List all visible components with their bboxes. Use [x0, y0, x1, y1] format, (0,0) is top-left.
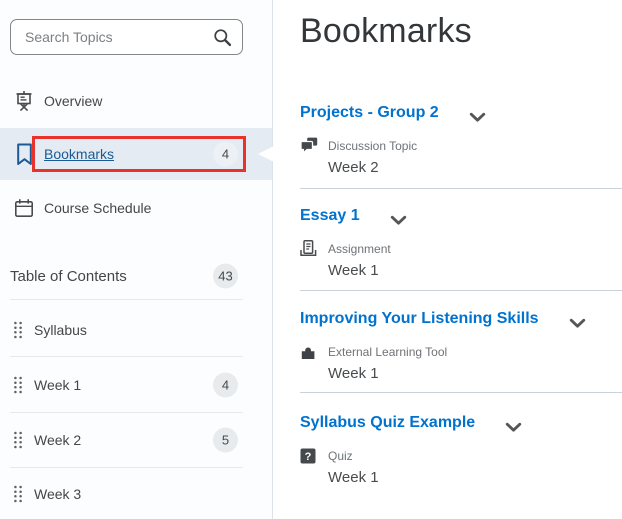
chevron-down-icon[interactable] [505, 420, 522, 438]
toc-item-label: Week 3 [34, 486, 82, 502]
sidebar-item-week-2[interactable]: Week 2 5 [0, 425, 272, 455]
sidebar-item-week-3[interactable]: Week 3 [0, 479, 272, 509]
page-title: Bookmarks [300, 12, 472, 50]
external-tool-icon [300, 344, 318, 360]
bookmark-icon [13, 143, 35, 166]
bookmark-item: Projects - Group 2 Discussion Topic Week… [300, 102, 614, 178]
toc-item-label: Syllabus [34, 322, 87, 338]
search-input[interactable] [11, 20, 242, 54]
bookmark-location: Week 2 [328, 159, 379, 176]
chevron-down-icon[interactable] [390, 213, 407, 231]
search-icon[interactable] [213, 28, 232, 47]
bookmark-title-link[interactable]: Projects - Group 2 [300, 102, 439, 124]
bookmark-location: Week 1 [328, 262, 379, 279]
bookmark-type-label: Quiz [328, 448, 353, 463]
sidebar-item-course-schedule[interactable]: Course Schedule [0, 193, 272, 223]
search-box [10, 19, 243, 55]
discussion-icon [300, 137, 318, 154]
bookmarks-content: Bookmarks Projects - Group 2 Discussion … [273, 0, 622, 519]
sidebar-divider [10, 356, 243, 357]
week-2-count-badge: 5 [213, 427, 238, 453]
toc-item-label: Week 2 [34, 432, 82, 448]
content-divider [300, 188, 622, 189]
drag-handle-icon[interactable] [13, 431, 23, 449]
sidebar-item-week-1[interactable]: Week 1 4 [0, 370, 272, 400]
chevron-down-icon[interactable] [469, 110, 486, 128]
bookmarks-count-badge: 4 [213, 141, 238, 167]
bookmark-item: Syllabus Quiz Example ? Quiz Week 1 [300, 412, 614, 488]
calendar-icon [13, 198, 35, 219]
sidebar-item-label: Overview [44, 93, 103, 109]
sidebar-item-bookmarks[interactable]: Bookmarks 4 [0, 128, 272, 180]
bookmark-item: Essay 1 Assignment Week 1 [300, 205, 614, 281]
bookmark-title-link[interactable]: Essay 1 [300, 205, 360, 227]
selected-item-pointer [258, 139, 288, 169]
sidebar-item-label: Bookmarks [44, 146, 115, 162]
quiz-icon: ? [300, 448, 318, 464]
bookmark-item: Improving Your Listening Skills External… [300, 308, 614, 384]
bookmark-location: Week 1 [328, 469, 379, 486]
toc-count-badge: 43 [213, 263, 238, 289]
bookmark-type-label: External Learning Tool [328, 344, 448, 359]
bookmark-title-link[interactable]: Improving Your Listening Skills [300, 308, 539, 330]
content-divider [300, 392, 622, 393]
bookmark-location: Week 1 [328, 365, 379, 382]
bookmarks-page: Overview Bookmarks 4 Course Schedul [0, 0, 622, 519]
bookmark-type-label: Assignment [328, 241, 391, 256]
assignment-icon [300, 240, 318, 257]
drag-handle-icon[interactable] [13, 376, 23, 394]
sidebar-item-label: Course Schedule [44, 200, 152, 216]
table-of-contents-label: Table of Contents [10, 267, 127, 285]
sidebar-divider [10, 412, 243, 413]
drag-handle-icon[interactable] [13, 485, 23, 503]
sidebar-item-syllabus[interactable]: Syllabus [0, 315, 272, 345]
drag-handle-icon[interactable] [13, 321, 23, 339]
bookmark-title-link[interactable]: Syllabus Quiz Example [300, 412, 475, 434]
svg-text:?: ? [305, 450, 312, 462]
sidebar-divider [10, 467, 243, 468]
chevron-down-icon[interactable] [569, 316, 586, 334]
content-divider [300, 290, 622, 291]
week-1-count-badge: 4 [213, 372, 238, 398]
bookmark-type-label: Discussion Topic [328, 138, 418, 153]
presentation-icon [13, 90, 35, 112]
sidebar-item-overview[interactable]: Overview [0, 86, 272, 116]
toc-item-label: Week 1 [34, 377, 82, 393]
sidebar-divider [10, 299, 243, 300]
table-of-contents-header[interactable]: Table of Contents 43 [0, 261, 272, 291]
course-sidebar: Overview Bookmarks 4 Course Schedul [0, 0, 273, 519]
